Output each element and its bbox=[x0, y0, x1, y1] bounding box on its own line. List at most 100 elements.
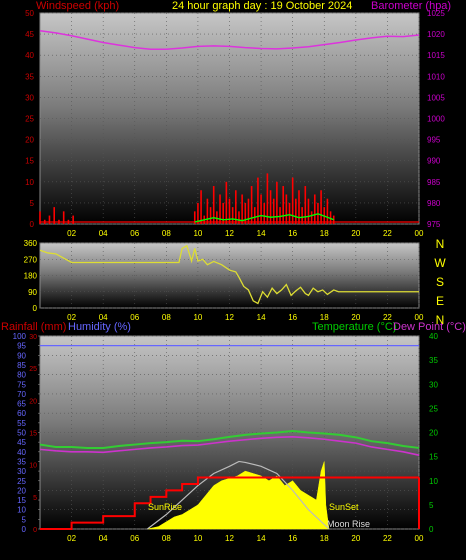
humidity-tick-label: 15 bbox=[17, 496, 26, 505]
humidity-tick-label: 80 bbox=[17, 371, 26, 380]
baro-tick-label: 1020 bbox=[427, 30, 445, 39]
wind-tick-label: 45 bbox=[25, 30, 34, 39]
wind-tick-label: 10 bbox=[25, 178, 34, 187]
wind-tick-label: 15 bbox=[25, 157, 34, 166]
direction-y-ticks: 0 90 180 270 360 bbox=[24, 239, 38, 313]
x-tick-label: 12 bbox=[225, 313, 234, 322]
x-tick-label: 06 bbox=[130, 534, 139, 543]
temp-tick-label: 35 bbox=[429, 356, 438, 365]
compass-label: S bbox=[436, 275, 444, 289]
baro-tick-label: 995 bbox=[427, 136, 441, 145]
x-tick-label: 04 bbox=[99, 229, 108, 238]
graph-canvas: Windspeed (kph) 24 hour graph day : 19 O… bbox=[1, 0, 466, 543]
rain-y-ticks: 0 5 10 15 20 25 30 bbox=[29, 334, 40, 534]
x-tick-label: 20 bbox=[351, 229, 360, 238]
wind-tick-label: 25 bbox=[25, 115, 34, 124]
humidity-tick-label: 65 bbox=[17, 400, 26, 409]
wind-tick-label: 50 bbox=[25, 9, 34, 18]
x-tick-label: 00 bbox=[415, 229, 424, 238]
x-tick-label: 06 bbox=[130, 229, 139, 238]
baro-tick-label: 1005 bbox=[427, 93, 445, 102]
temp-tick-label: 5 bbox=[429, 501, 434, 510]
direction-tick-label: 180 bbox=[24, 272, 38, 281]
x-tick-label: 22 bbox=[383, 534, 392, 543]
x-tick-label: 04 bbox=[99, 534, 108, 543]
x-tick-label: 14 bbox=[257, 229, 266, 238]
rain-tick-label: 30 bbox=[29, 334, 37, 341]
baro-tick-label: 1015 bbox=[427, 51, 445, 60]
x-tick-label: 08 bbox=[162, 534, 171, 543]
humidity-tick-label: 60 bbox=[17, 409, 26, 418]
humidity-tick-label: 10 bbox=[17, 506, 26, 515]
baro-y-ticks: 975 980 985 990 995 1000 1005 1010 1015 1020 1025 bbox=[427, 9, 445, 229]
x-tick-label: 08 bbox=[162, 229, 171, 238]
humidity-tick-label: 90 bbox=[17, 351, 26, 360]
compass-labels: NWSEN bbox=[434, 237, 446, 327]
graph-title: 24 hour graph day : 19 October 2024 bbox=[172, 0, 352, 12]
temp-tick-label: 0 bbox=[429, 525, 434, 534]
wind-axis-title: Windspeed (kph) bbox=[36, 0, 119, 12]
compass-label: E bbox=[436, 294, 444, 308]
humidity-tick-label: 75 bbox=[17, 380, 26, 389]
moonrise-label: Moon Rise bbox=[327, 519, 370, 529]
x-tick-label: 10 bbox=[193, 534, 202, 543]
humidity-tick-label: 30 bbox=[17, 467, 26, 476]
temp-tick-label: 20 bbox=[429, 429, 438, 438]
temp-y-ticks: 0 5 10 15 20 25 30 35 40 bbox=[429, 332, 438, 534]
humidity-y-ticks: 0510152025303540455055606570758085909510… bbox=[13, 332, 27, 534]
humidity-tick-label: 0 bbox=[22, 525, 27, 534]
x-tick-label: 18 bbox=[320, 534, 329, 543]
rain-tick-label: 25 bbox=[29, 366, 37, 373]
x-tick-label: 20 bbox=[351, 534, 360, 543]
wind-tick-label: 5 bbox=[30, 199, 35, 208]
baro-tick-label: 985 bbox=[427, 178, 441, 187]
rain-tick-label: 0 bbox=[33, 527, 37, 534]
rain-tick-label: 15 bbox=[29, 431, 37, 438]
humidity-tick-label: 20 bbox=[17, 486, 26, 495]
temp-tick-label: 30 bbox=[429, 380, 438, 389]
x-tick-label: 12 bbox=[225, 534, 234, 543]
direction-tick-label: 90 bbox=[28, 288, 37, 297]
x-tick-label: 02 bbox=[67, 229, 76, 238]
dewpoint-axis-title: Dew Point (°C) bbox=[393, 321, 466, 333]
rain-axis-title: Rainfall (mm) bbox=[1, 321, 66, 333]
temp-tick-label: 40 bbox=[429, 332, 438, 341]
x-tick-label: 12 bbox=[225, 229, 234, 238]
wind-tick-label: 30 bbox=[25, 93, 34, 102]
baro-tick-label: 1000 bbox=[427, 115, 445, 124]
x-tick-label: 00 bbox=[415, 534, 424, 543]
humidity-tick-label: 40 bbox=[17, 448, 26, 457]
x-tick-label: 02 bbox=[67, 534, 76, 543]
weather-graph: Windspeed (kph) 24 hour graph day : 19 O… bbox=[0, 0, 466, 555]
x-tick-label: 10 bbox=[193, 313, 202, 322]
compass-label: N bbox=[436, 237, 445, 251]
wind-y-ticks: 0 5 10 15 20 25 30 35 40 45 50 bbox=[25, 9, 34, 229]
direction-tick-label: 270 bbox=[24, 255, 38, 264]
x-tick-label: 22 bbox=[383, 229, 392, 238]
x-tick-label: 18 bbox=[320, 229, 329, 238]
temperature-axis-title: Temperature (°C) bbox=[312, 321, 396, 333]
baro-tick-label: 990 bbox=[427, 157, 441, 166]
x-tick-label: 10 bbox=[193, 229, 202, 238]
humidity-tick-label: 70 bbox=[17, 390, 26, 399]
wind-tick-label: 20 bbox=[25, 136, 34, 145]
x-tick-label: 06 bbox=[130, 313, 139, 322]
sunset-label: SunSet bbox=[329, 502, 359, 512]
humidity-tick-label: 50 bbox=[17, 429, 26, 438]
rain-tick-label: 10 bbox=[29, 463, 37, 470]
rain-tick-label: 5 bbox=[33, 495, 37, 502]
x-tick-label: 16 bbox=[288, 229, 297, 238]
humidity-tick-label: 55 bbox=[17, 419, 26, 428]
sunrise-label: SunRise bbox=[148, 502, 182, 512]
humidity-tick-label: 45 bbox=[17, 438, 26, 447]
temp-tick-label: 15 bbox=[429, 453, 438, 462]
rain-tick-label: 20 bbox=[29, 398, 37, 405]
baro-tick-label: 1025 bbox=[427, 9, 445, 18]
direction-tick-label: 0 bbox=[33, 304, 38, 313]
x-tick-label: 14 bbox=[257, 534, 266, 543]
humidity-tick-label: 85 bbox=[17, 361, 26, 370]
wind-tick-label: 0 bbox=[30, 220, 35, 229]
x-tick-label: 08 bbox=[162, 313, 171, 322]
temp-tick-label: 25 bbox=[429, 404, 438, 413]
humidity-tick-label: 95 bbox=[17, 342, 26, 351]
